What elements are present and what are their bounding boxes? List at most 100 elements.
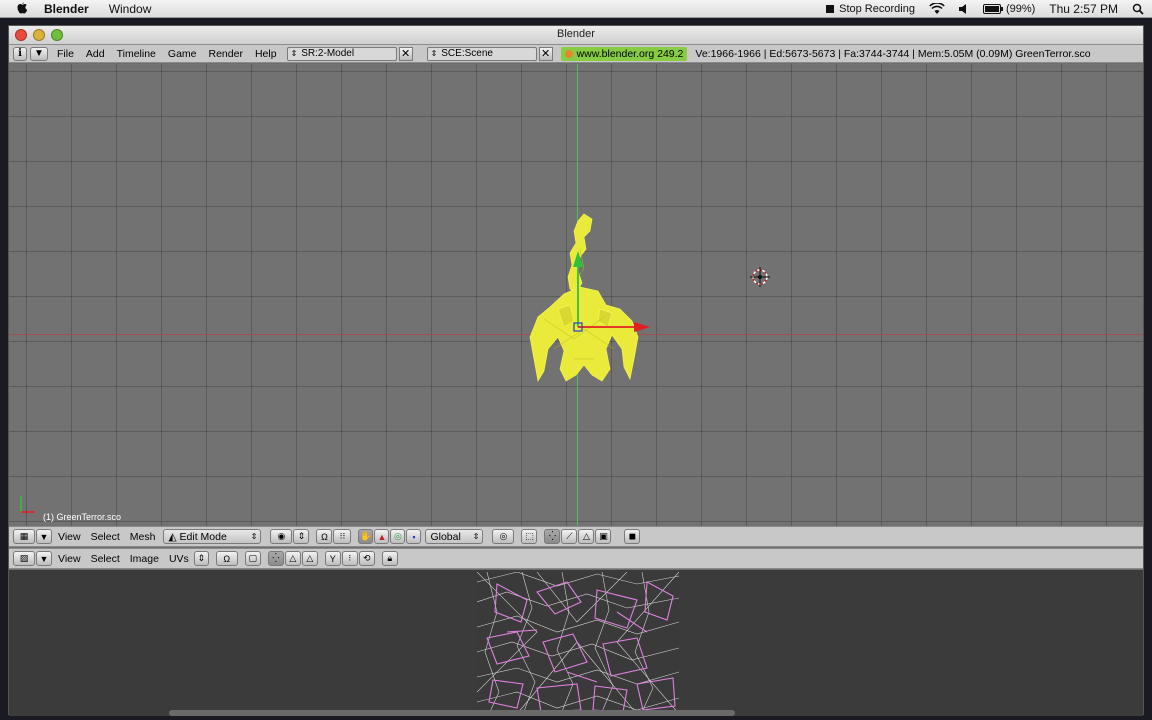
- updown-icon: ⇕: [290, 49, 298, 58]
- image-browse-button[interactable]: ⇕: [193, 551, 209, 566]
- object-name-label: (1) GreenTerror.sco: [43, 512, 122, 522]
- cube-icon: ▣: [599, 531, 608, 541]
- 3d-cursor-icon[interactable]: [749, 266, 771, 288]
- stick-select-button[interactable]: Y: [324, 551, 341, 566]
- window-title-bar[interactable]: Blender: [9, 26, 1143, 45]
- status-area: Stop Recording (99%) Thu 2:57 PM: [826, 0, 1144, 18]
- uv-snap-target-button[interactable]: ⟲: [358, 551, 375, 566]
- app-menu-blender[interactable]: Blender: [44, 2, 89, 16]
- menu-help[interactable]: Help: [255, 48, 277, 60]
- updown-icon: ⇕: [250, 532, 258, 541]
- pivot-icon: Ω: [321, 531, 328, 542]
- clock[interactable]: Thu 2:57 PM: [1049, 2, 1118, 16]
- mode-selector[interactable]: ◭ Edit Mode ⇕: [163, 529, 262, 544]
- menu-mesh[interactable]: Mesh: [130, 531, 156, 543]
- menu-add[interactable]: Add: [86, 48, 105, 60]
- face-icon: △: [582, 531, 590, 541]
- face-icon: △: [306, 553, 314, 563]
- header-collapse-button-uv[interactable]: ▼: [36, 551, 52, 566]
- blender-window: Blender i ▼ File Add Timeline Game Rende…: [8, 25, 1144, 716]
- sync-select-button[interactable]: ▢: [244, 551, 261, 566]
- menu-render[interactable]: Render: [209, 48, 243, 60]
- updown-icon: ⇕: [472, 532, 480, 541]
- triangle-down-icon: ▼: [34, 48, 44, 59]
- render-preview-button[interactable]: ◼: [624, 529, 641, 544]
- menu-uvs[interactable]: UVs: [169, 553, 189, 565]
- manipulator-toggle-button[interactable]: ✋: [358, 529, 374, 544]
- rotate-manipulator-button[interactable]: ◎: [390, 529, 406, 544]
- stop-recording-button[interactable]: Stop Recording: [826, 3, 915, 15]
- screen-name: SR:2-Model: [301, 48, 355, 59]
- delete-scene-button[interactable]: ✕: [538, 46, 553, 61]
- uv-edge-select-button[interactable]: △: [284, 551, 301, 566]
- header-collapse-button[interactable]: ▼: [30, 46, 48, 61]
- apple-icon[interactable]: [14, 1, 30, 17]
- uv-map-preview[interactable]: [477, 572, 679, 714]
- screen-selector[interactable]: ⇕ SR:2-Model: [286, 46, 397, 61]
- square-outline-icon: ▢: [248, 553, 258, 563]
- triangle-icon: ▲: [377, 531, 387, 542]
- menu-select-uv[interactable]: Select: [91, 553, 120, 565]
- pivot-button[interactable]: ⇕: [293, 529, 310, 544]
- mode-label: Edit Mode: [179, 530, 227, 543]
- edge-select-button[interactable]: ⟋: [561, 529, 578, 544]
- volume-icon[interactable]: [958, 3, 969, 15]
- window-title: Blender: [557, 28, 595, 40]
- uv-snap-button[interactable]: ⁝: [341, 551, 358, 566]
- menu-view-3d[interactable]: View: [58, 531, 81, 543]
- triangle-down-icon: ▼: [39, 531, 49, 542]
- limit-selection-button[interactable]: ▣: [595, 529, 612, 544]
- scene-name: SCE:Scene: [441, 48, 493, 59]
- battery-status[interactable]: (99%): [982, 3, 1036, 15]
- 3d-window-type-button[interactable]: ▦: [13, 529, 35, 544]
- uv-pivot-button[interactable]: Ω: [215, 551, 238, 566]
- menu-file[interactable]: File: [57, 48, 74, 60]
- uv-vertex-select-button[interactable]: ⁛: [267, 551, 284, 566]
- edit-mode-icon: ◭: [168, 530, 177, 543]
- battery-percent: (99%): [1005, 3, 1036, 15]
- menu-select-3d[interactable]: Select: [91, 531, 120, 543]
- transform-manipulator[interactable]: [564, 239, 654, 339]
- info-window-type-button[interactable]: i: [13, 46, 27, 61]
- scene-selector[interactable]: ⇕ SCE:Scene: [426, 46, 537, 61]
- draw-type-button[interactable]: ◉: [270, 529, 293, 544]
- 3d-viewport[interactable]: (1) GreenTerror.sco: [9, 64, 1143, 526]
- grid-icon: ▦: [19, 531, 29, 541]
- lock-button[interactable]: 🔒︎: [381, 551, 398, 566]
- pivot-icon: Ω: [223, 553, 231, 564]
- dots-icon: ⁝⁝: [339, 531, 346, 541]
- vertex-select-button[interactable]: ⁛: [544, 529, 561, 544]
- header-collapse-button-3d[interactable]: ▼: [36, 529, 52, 544]
- 3d-view-header: ▦ ▼ View Select Mesh ◭ Edit Mode ⇕ ◉ ⇕ Ω…: [9, 526, 1143, 547]
- spotlight-search-icon[interactable]: [1132, 3, 1144, 15]
- blender-website-link[interactable]: www.blender.org 249.2: [560, 46, 688, 61]
- triangle-down-icon: ▼: [39, 553, 49, 564]
- y-icon: Y: [329, 553, 336, 564]
- menu-timeline[interactable]: Timeline: [117, 48, 156, 60]
- uv-image-editor[interactable]: [9, 570, 1143, 716]
- stop-recording-label: Stop Recording: [839, 3, 915, 15]
- menu-image[interactable]: Image: [130, 553, 159, 565]
- info-icon: i: [18, 48, 22, 59]
- pivot-point-button[interactable]: Ω: [316, 529, 333, 544]
- horizontal-scrollbar[interactable]: [169, 710, 735, 716]
- uv-face-select-button[interactable]: △: [301, 551, 318, 566]
- proportional-edit-button[interactable]: ◎: [492, 529, 515, 544]
- delete-screen-button[interactable]: ✕: [398, 46, 413, 61]
- snap-button[interactable]: ⁝⁝: [333, 529, 352, 544]
- dots-icon: ⁝: [348, 553, 352, 563]
- menu-game[interactable]: Game: [168, 48, 197, 60]
- close-icon: ✕: [540, 48, 551, 60]
- orientation-selector[interactable]: Global ⇕: [425, 529, 484, 544]
- proportional-icon: ◎: [499, 531, 508, 541]
- occlude-button[interactable]: ⬚: [521, 529, 538, 544]
- uv-window-type-button[interactable]: ▨: [13, 551, 35, 566]
- wifi-icon[interactable]: [929, 3, 945, 15]
- scale-manipulator-button[interactable]: ▪: [406, 529, 422, 544]
- menu-view-uv[interactable]: View: [58, 553, 81, 565]
- translate-manipulator-button[interactable]: ▲: [374, 529, 390, 544]
- lock-icon: 🔒︎: [387, 553, 393, 563]
- version-label: www.blender.org 249.2: [576, 47, 684, 60]
- face-select-button[interactable]: △: [578, 529, 595, 544]
- menu-window[interactable]: Window: [109, 2, 152, 16]
